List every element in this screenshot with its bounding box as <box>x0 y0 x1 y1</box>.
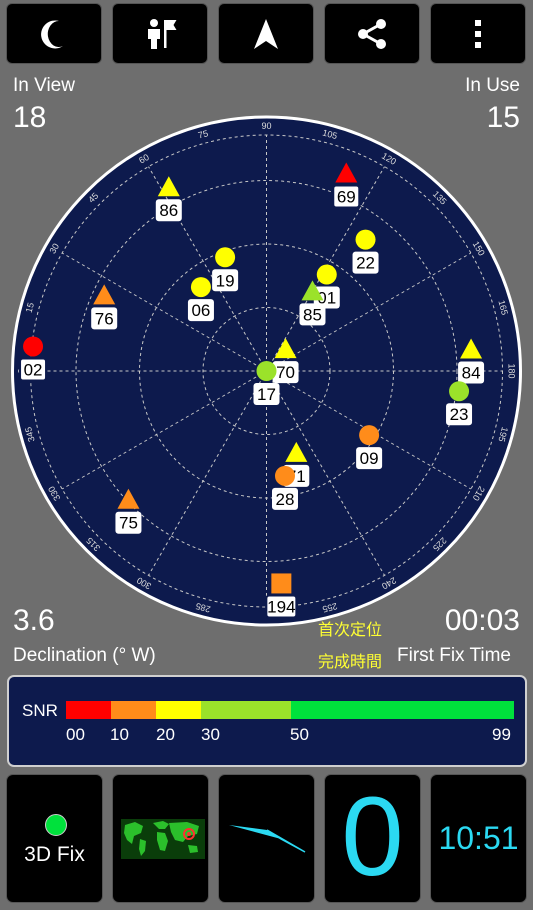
speed-tile[interactable]: 0 <box>324 774 421 903</box>
first-fix-time-cn-line1: 首次定位 <box>318 622 383 639</box>
satellite-marker <box>316 264 337 285</box>
satellite-marker <box>271 573 292 594</box>
first-fix-time-label: First Fix Time <box>397 645 511 666</box>
satellite-prn-label: 86 <box>159 201 178 220</box>
satellite-marker <box>190 277 211 298</box>
azimuth-tick-label: 90 <box>261 121 271 131</box>
satellite-marker <box>23 336 44 357</box>
satellite-prn-label: 76 <box>95 309 114 328</box>
snr-segment-lime <box>201 701 291 719</box>
snr-label: SNR <box>22 701 58 720</box>
satellite-marker <box>449 381 470 402</box>
compass-needle-icon <box>229 825 306 853</box>
satellite-prn-label: 70 <box>276 363 295 382</box>
satellite-prn-label: 28 <box>276 490 295 509</box>
satellite-prn-label: 194 <box>267 597 295 616</box>
first-fix-time-cn-line2: 完成時間 <box>318 654 383 671</box>
satellite-marker <box>215 247 236 268</box>
azimuth-tick-label: 180 <box>507 363 517 378</box>
world-map-icon <box>121 819 205 859</box>
satellite-prn-label: 06 <box>191 301 210 320</box>
snr-tick: 50 <box>290 725 309 744</box>
declination-label: Declination (° W) <box>13 645 156 666</box>
snr-segment-green <box>291 701 514 719</box>
first-fix-time-value: 00:03 <box>444 604 520 637</box>
snr-segment-yellow <box>156 701 201 719</box>
satellite-marker <box>359 425 380 446</box>
fix-indicator-dot <box>45 814 67 836</box>
satellite-prn-label: 84 <box>462 363 481 382</box>
satellite-prn-label: 09 <box>360 449 379 468</box>
snr-segment-orange <box>111 701 156 719</box>
satellite-marker <box>256 361 277 381</box>
clock-tile[interactable]: 10:51 <box>430 774 527 903</box>
satellite-marker <box>355 229 376 250</box>
satellite-prn-label: 19 <box>216 271 235 290</box>
snr-tick: 30 <box>201 725 220 744</box>
satellite-marker <box>274 465 295 486</box>
satellite-prn-label: 22 <box>356 254 375 273</box>
snr-tick: 00 <box>66 725 85 744</box>
compass-tile[interactable] <box>218 774 315 903</box>
satellite-prn-label: 17 <box>257 385 276 404</box>
fix-status-label: 3D Fix <box>24 843 85 866</box>
satellite-prn-label: 23 <box>450 405 469 424</box>
clock-value: 10:51 <box>438 820 519 856</box>
satellite-prn-label: 75 <box>119 514 138 533</box>
sky-plot: 0153045607590105120135150165180195210225… <box>11 115 522 627</box>
snr-segment-red <box>66 701 111 719</box>
snr-color-bar <box>66 701 514 719</box>
satellite-prn-label: 85 <box>303 305 322 324</box>
snr-tick: 20 <box>156 725 175 744</box>
snr-tick: 99 <box>492 725 511 744</box>
speed-value: 0 <box>341 774 404 899</box>
satellite-prn-label: 02 <box>24 360 43 379</box>
fix-status-tile[interactable]: 3D Fix <box>6 774 103 903</box>
snr-legend: SNR 00 10 20 30 50 99 <box>7 675 527 767</box>
declination-value: 3.6 <box>13 604 55 637</box>
world-map-tile[interactable] <box>112 774 209 903</box>
satellite-prn-label: 69 <box>337 188 356 207</box>
snr-tick: 10 <box>110 725 129 744</box>
